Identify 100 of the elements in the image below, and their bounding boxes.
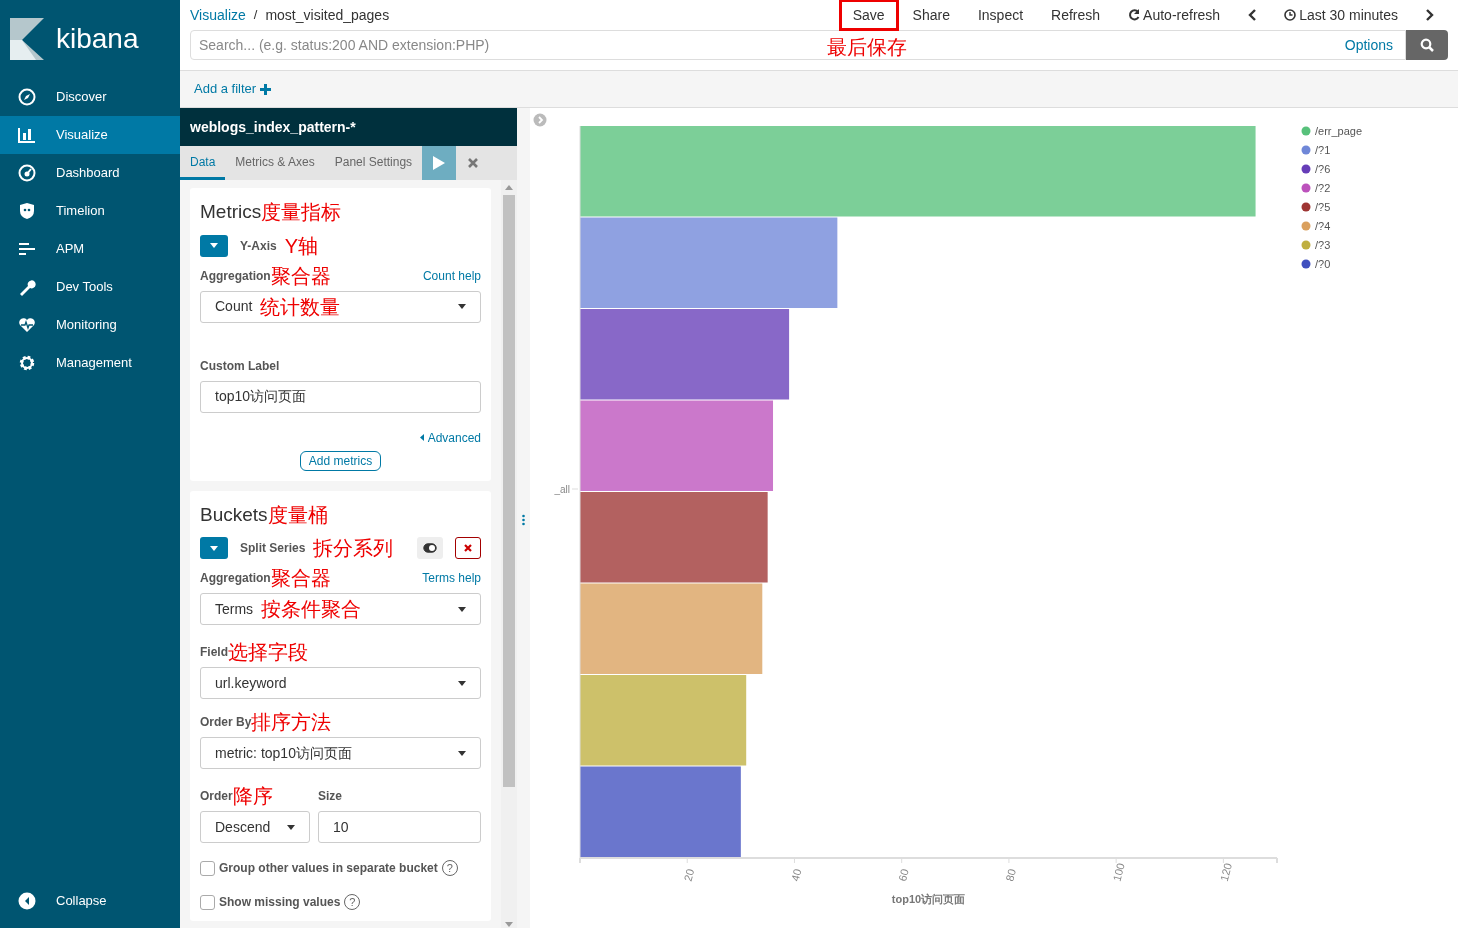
editor-tab[interactable]: Panel Settings [324,146,423,180]
logo-icon [10,18,44,60]
annotation-text: 拆分系列 [313,538,394,558]
field-label: Custom Label [200,357,280,375]
caret-icon [458,750,466,756]
select-field[interactable]: url.keyword [200,667,481,699]
select-field[interactable]: metric: top10访问页面 [200,737,481,769]
toolbar-button[interactable]: Share [898,0,964,31]
index-pattern-title: weblogs_index_pattern-* [190,117,356,137]
chevron-right-icon[interactable] [1426,9,1434,21]
annotation-text: 度量桶 [267,504,328,525]
text-field[interactable]: 10 [318,811,481,843]
plus-icon [260,83,272,95]
nav-item[interactable]: Management [0,344,180,382]
collapse-toggle[interactable] [200,537,228,559]
legend-item[interactable]: /?6 [1315,163,1331,175]
bar-chart-icon [18,126,36,144]
lines-icon [18,240,36,258]
text-field[interactable]: top10访问页面 [200,380,481,413]
annotation-text: 排序方法 [251,712,332,732]
nav-item[interactable]: APM [0,230,180,268]
search-icon [1420,38,1434,52]
caret-icon [458,680,466,686]
toolbar-button[interactable]: Last 30 minutes [1270,0,1412,31]
editor-tab[interactable]: Data [180,146,226,180]
section-title: Metrics [200,200,262,224]
field-label: Aggregation [200,267,271,285]
caret-icon [287,824,295,830]
annotation-text: 按条件聚合 [261,599,362,619]
gauge-icon [18,164,36,182]
checkbox[interactable] [200,860,215,876]
tick-label: 100 [1110,861,1127,883]
annotation-text: Y轴 [284,235,319,256]
editor-tab[interactable]: Metrics & Axes [225,146,325,180]
breadcrumb-separator: / [253,6,258,25]
annotation-text: 聚合器 [270,265,331,286]
toolbar-button[interactable]: Save [838,0,899,31]
select-field[interactable]: Descend [200,811,310,843]
options-link[interactable]: Options [1344,34,1393,56]
annotation-text: 统计数量 [260,296,341,317]
caret-icon [458,304,466,309]
breadcrumb-current: most_visited_pages [265,5,390,25]
help-link[interactable]: Terms help [422,569,481,587]
legend-item[interactable]: /?5 [1315,201,1331,213]
category-label: _all [554,484,570,495]
toolbar-button[interactable]: Auto-refresh [1114,0,1235,31]
clock-icon [1284,9,1297,21]
legend-item[interactable]: /err_page [1315,125,1363,137]
annotation-text: 聚合器 [270,568,331,588]
nav-item[interactable]: Dashboard [0,154,180,192]
checkbox[interactable] [200,894,215,910]
annotation-text: 度量指标 [261,202,342,223]
breadcrumb-link[interactable]: Visualize [190,4,246,26]
legend-item[interactable]: /?4 [1315,220,1331,232]
tick-label: 60 [896,867,911,883]
annotation-text: 最后保存 [826,37,907,57]
close-icon [468,158,479,168]
collapse-button[interactable]: Collapse [0,882,180,920]
legend-item[interactable]: /?0 [1315,258,1331,270]
back-icon [18,892,36,910]
toolbar-button[interactable]: Refresh [1037,0,1115,31]
nav-item[interactable]: Dev Tools [0,268,180,306]
annotation-text: 降序 [232,786,273,806]
nav-item[interactable]: Monitoring [0,306,180,344]
toolbar-button[interactable]: Inspect [963,0,1038,31]
legend-item[interactable]: /?3 [1315,239,1331,251]
field-label: Size [318,788,342,805]
tick-label: 40 [788,867,804,883]
play-icon [433,156,446,170]
legend-item[interactable]: /?2 [1315,182,1331,194]
select-field[interactable]: Terms 按条件聚合 [200,593,481,625]
tick-label: 120 [1217,861,1235,883]
refresh-icon [1128,9,1141,21]
add-metrics-button[interactable]: Add metrics [299,450,382,471]
section-title: Buckets [200,502,268,527]
legend-item[interactable]: /?1 [1315,144,1331,156]
nav-item[interactable]: Timelion [0,192,180,230]
compass-icon [18,88,36,106]
scrollbar-thumb[interactable] [503,195,515,787]
chevron-left-icon[interactable] [1248,9,1257,21]
caret-icon [458,606,466,612]
collapse-toggle[interactable] [200,234,228,257]
settings-icon [18,354,36,372]
field-label: Order By [200,715,252,729]
checkbox-label: Show missing values [219,894,341,911]
caret-icon [210,545,218,551]
advanced-link[interactable]: Advanced [419,428,481,447]
search-button[interactable] [1406,30,1448,60]
field-label: Field [200,645,228,659]
add-filter-link[interactable]: Add a filter [194,79,272,99]
nav-item[interactable]: Visualize [0,116,180,154]
nav-item[interactable]: Discover [0,78,180,116]
select-field[interactable]: Count 统计数量 [200,290,481,323]
tick-label: 20 [681,867,697,883]
help-link[interactable]: Count help [422,266,481,285]
heart-icon [18,316,36,334]
scrollbar[interactable] [501,180,517,928]
remove-button[interactable] [455,537,481,559]
enable-toggle[interactable] [417,537,443,559]
apply-button[interactable] [422,146,457,180]
